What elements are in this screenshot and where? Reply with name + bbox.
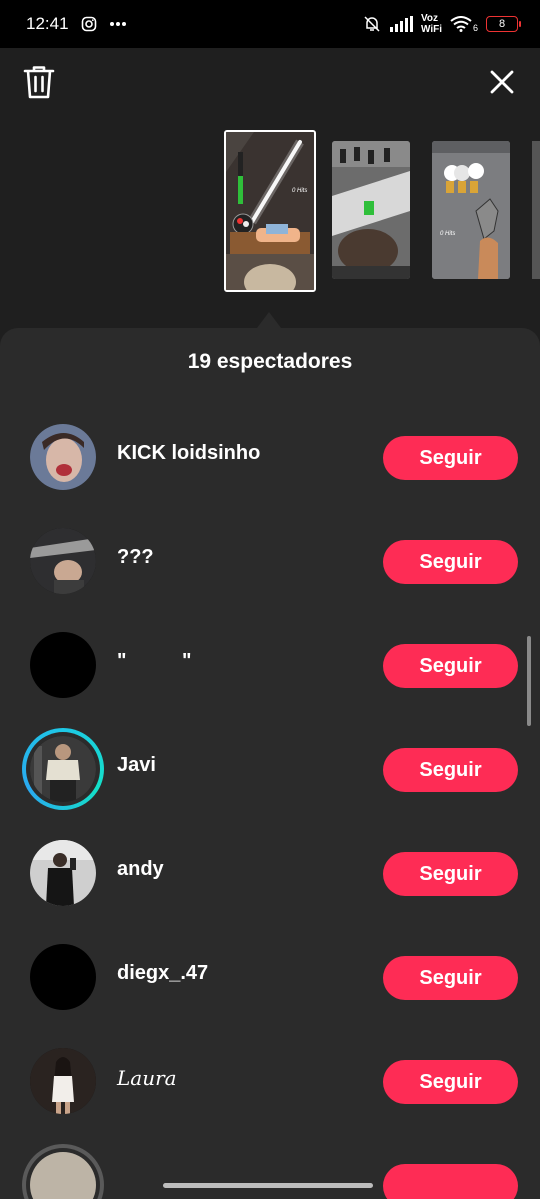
follow-button[interactable]: Seguir (383, 748, 518, 792)
viewer-row[interactable] (0, 1144, 540, 1199)
status-left: 12:41 (26, 14, 127, 34)
viewer-row[interactable]: " " Seguir (0, 626, 540, 706)
instagram-icon (81, 16, 96, 32)
home-indicator[interactable] (163, 1183, 373, 1188)
avatar[interactable] (30, 944, 96, 1010)
viewer-name[interactable]: diegx_.47 (117, 962, 208, 985)
more-dots-icon (109, 22, 126, 26)
signal-icon (389, 16, 413, 32)
viewer-row[interactable]: diegx_.47 Seguir (0, 938, 540, 1018)
avatar[interactable] (30, 840, 96, 906)
avatar[interactable] (30, 736, 96, 802)
story-thumbnail[interactable]: 0 Hits (432, 141, 510, 279)
viewers-sheet: 19 espectadores KICK loidsinho Seguir ??… (0, 328, 540, 1199)
avatar[interactable] (30, 1048, 96, 1114)
status-bar: 12:41 Voz WiFi 6 8 (0, 0, 540, 48)
thumbnail-image (226, 132, 314, 290)
mute-bell-icon (364, 16, 380, 32)
avatar-image (30, 736, 96, 802)
viewer-row[interactable]: Laura Seguir (0, 1042, 540, 1122)
wifi-text: WiFi (420, 24, 442, 35)
voz-text: Voz (420, 13, 439, 24)
viewer-row[interactable]: ??? Seguir (0, 522, 540, 602)
avatar[interactable] (30, 632, 96, 698)
follow-button[interactable]: Seguir (383, 540, 518, 584)
avatar[interactable] (30, 424, 96, 490)
story-preview-area: 0 Hits 0 Hits (0, 48, 540, 348)
thumbnail-image (332, 141, 410, 279)
viewer-row[interactable]: Javi Seguir (0, 728, 540, 810)
battery-level: 8 (498, 18, 506, 30)
follow-button[interactable] (383, 1164, 518, 1199)
follow-button[interactable]: Seguir (383, 436, 518, 480)
viewer-name[interactable]: Laura (117, 1066, 177, 1090)
thumbnail-overlay-text: 0 Hits (440, 231, 456, 237)
viewer-name[interactable]: " " (117, 650, 192, 673)
viewer-row[interactable]: andy Seguir (0, 834, 540, 914)
viewer-row[interactable]: KICK loidsinho Seguir (0, 418, 540, 498)
story-thumbnail[interactable] (332, 141, 410, 279)
viewer-name[interactable]: andy (117, 858, 164, 881)
thumbnail-overlay-text: 0 Hits (292, 188, 308, 194)
follow-button[interactable]: Seguir (383, 1060, 518, 1104)
avatar-image (30, 424, 96, 490)
avatar-image (30, 528, 96, 594)
avatar[interactable] (30, 528, 96, 594)
wifi-sub: 6 (472, 23, 478, 33)
status-time: 12:41 (26, 14, 69, 33)
close-icon[interactable] (488, 68, 516, 96)
wifi-icon (450, 16, 472, 32)
avatar-image (30, 1048, 96, 1114)
sheet-pointer (257, 312, 281, 328)
battery-icon: 8 (486, 16, 521, 32)
viewer-name[interactable]: ??? (117, 546, 154, 569)
thumbnail-image (432, 141, 510, 279)
story-thumbnail-selected[interactable]: 0 Hits (224, 130, 316, 292)
scrollbar[interactable] (527, 636, 531, 726)
status-right: Voz WiFi 6 8 (363, 13, 521, 35)
voz-wifi-label: Voz WiFi (421, 13, 442, 35)
trash-icon[interactable] (22, 64, 56, 100)
viewers-count-title: 19 espectadores (187, 350, 353, 373)
avatar-image (30, 840, 96, 906)
follow-button[interactable]: Seguir (383, 956, 518, 1000)
story-thumbnail-partial[interactable] (532, 141, 540, 279)
follow-button[interactable]: Seguir (383, 852, 518, 896)
viewer-name[interactable]: Javi (117, 754, 156, 777)
viewer-name[interactable]: KICK loidsinho (117, 442, 260, 465)
follow-button[interactable]: Seguir (383, 644, 518, 688)
